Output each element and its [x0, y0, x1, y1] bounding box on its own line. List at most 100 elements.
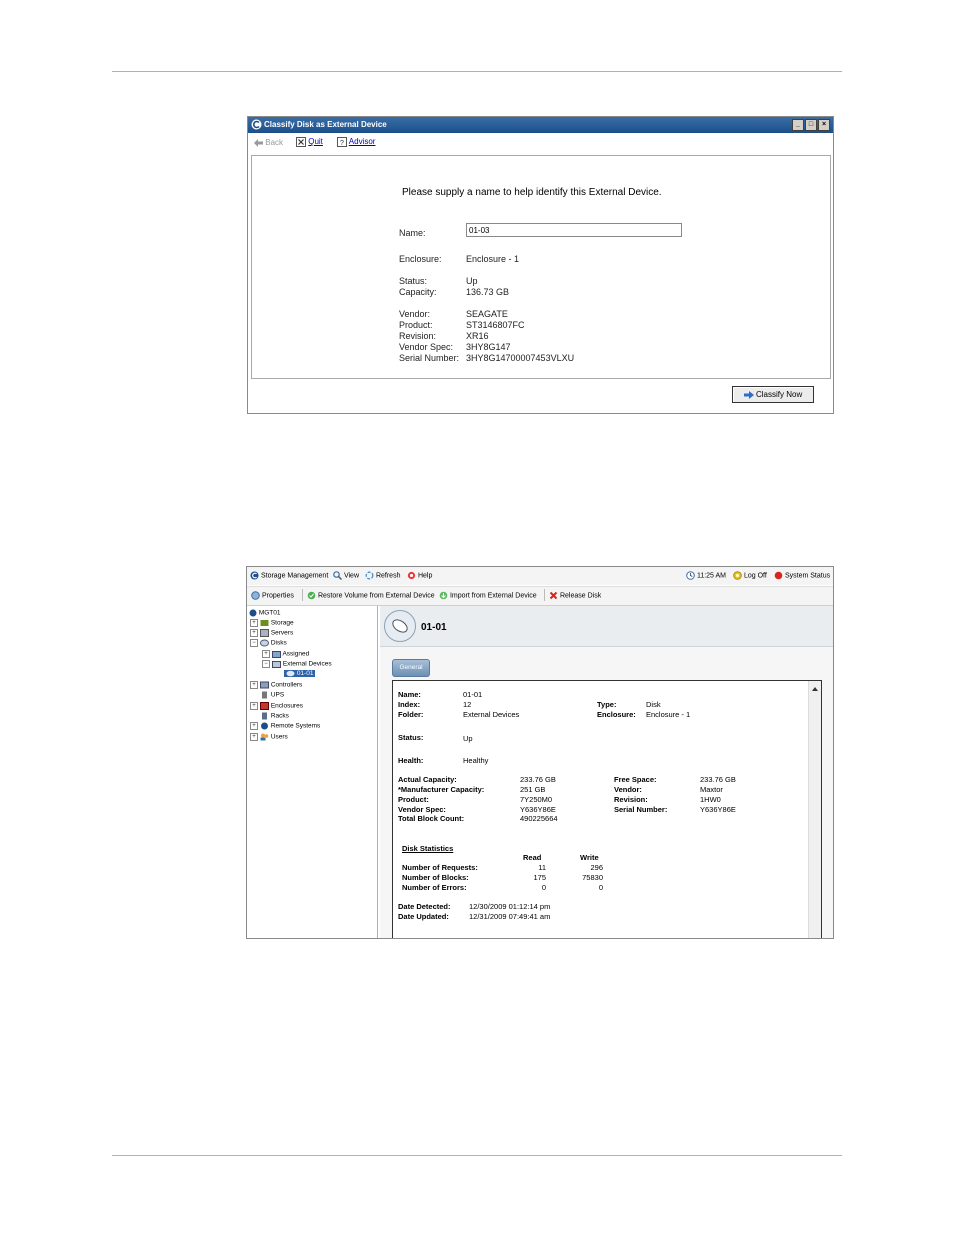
vendor-value: Maxtor	[700, 785, 723, 794]
health-label: Health:	[398, 756, 424, 765]
storage-manager-window: Storage Management View Refresh Help 11:…	[246, 566, 834, 939]
enclosure-label: Enclosure:	[597, 710, 636, 719]
product-label: Product:	[398, 795, 429, 804]
quit-icon	[296, 137, 306, 147]
expand-icon[interactable]: +	[250, 702, 258, 710]
arrow-right-icon	[743, 390, 754, 399]
classify-now-button[interactable]: Classify Now	[732, 386, 814, 403]
storage-management-menu[interactable]: Storage Management	[250, 571, 328, 580]
status-red-icon	[774, 571, 783, 580]
free-space-label: Free Space:	[614, 775, 657, 784]
revision-label: Revision:	[399, 331, 437, 341]
advisor-button[interactable]: ? Advisor	[337, 137, 375, 147]
tree-item-ups[interactable]: UPS	[260, 691, 284, 699]
tree-item-users[interactable]: + Users	[250, 733, 288, 741]
dialog-toolbar: Back Quit ? Advisor	[248, 134, 833, 152]
date-detected-value: 12/30/2009 01:12:14 pm	[469, 902, 551, 911]
vendor-label: Vendor:	[614, 785, 642, 794]
vertical-scrollbar[interactable]	[808, 681, 821, 938]
properties-icon	[251, 591, 260, 600]
restore-volume-button[interactable]: Restore Volume from External Device	[307, 591, 435, 600]
back-button[interactable]: Back	[254, 138, 283, 147]
tree-item-controllers[interactable]: + Controllers	[250, 681, 302, 689]
tree-item-enclosures[interactable]: + Enclosures	[250, 702, 303, 710]
racks-icon	[262, 712, 267, 720]
expand-icon[interactable]: +	[250, 629, 258, 637]
name-label: Name:	[398, 690, 421, 699]
stats-row-label: Number of Errors:	[402, 883, 467, 892]
actual-capacity-label: Actual Capacity:	[398, 775, 457, 784]
tree-item-storage[interactable]: + Storage	[250, 619, 294, 627]
maximize-button[interactable]: □	[805, 119, 817, 131]
clock-icon	[686, 571, 695, 580]
collapse-icon[interactable]: −	[262, 660, 270, 668]
enclosure-label: Enclosure:	[399, 254, 442, 264]
log-off-button[interactable]: Log Off	[733, 571, 767, 580]
app-logo-icon	[250, 571, 259, 580]
restore-icon	[307, 591, 316, 600]
tree-item-selected-disk[interactable]: 01-01	[284, 670, 316, 678]
quit-button[interactable]: Quit	[296, 137, 323, 147]
expand-icon[interactable]: +	[250, 619, 258, 627]
magnifier-icon	[333, 571, 342, 580]
folder-open-icon	[272, 661, 281, 668]
disk-large-icon	[383, 609, 417, 648]
vendor-spec-label: Vendor Spec:	[398, 805, 446, 814]
expand-icon[interactable]: +	[250, 681, 258, 689]
stats-row-write: 296	[590, 863, 603, 872]
revision-label: Revision:	[614, 795, 648, 804]
disk-statistics-title: Disk Statistics	[402, 844, 454, 853]
actual-capacity-value: 233.76 GB	[520, 775, 556, 784]
system-status-button[interactable]: System Status	[774, 571, 830, 580]
refresh-menu[interactable]: Refresh	[365, 571, 400, 580]
minimize-button[interactable]: _	[792, 119, 804, 131]
expand-icon[interactable]: +	[250, 722, 258, 730]
help-icon: ?	[337, 137, 347, 147]
view-menu[interactable]: View	[333, 571, 359, 580]
stats-row-read: 11	[538, 863, 546, 872]
collapse-icon[interactable]: −	[250, 639, 258, 647]
name-value: 01-01	[463, 690, 483, 699]
serial-number-value: 3HY8G14700007453VLXU	[466, 353, 575, 363]
capacity-value: 136.73 GB	[466, 287, 510, 297]
date-updated-label: Date Updated:	[398, 912, 449, 921]
tree-item-external-devices[interactable]: − External Devices	[262, 660, 332, 668]
tree-item-racks[interactable]: Racks	[260, 712, 289, 720]
date-detected-label: Date Detected:	[398, 902, 451, 911]
tree-item-disks[interactable]: − Disks	[250, 639, 287, 647]
name-input[interactable]: 01-03	[466, 223, 682, 237]
refresh-icon	[365, 571, 374, 580]
tree-root[interactable]: MGT01	[249, 609, 280, 617]
scroll-up-icon[interactable]	[809, 684, 821, 694]
help-menu[interactable]: Help	[407, 571, 432, 580]
expand-icon[interactable]: +	[262, 650, 270, 658]
status-label: Status:	[399, 276, 428, 286]
stats-row-read: 0	[541, 883, 546, 892]
disk-icon	[286, 670, 295, 677]
type-label: Type:	[597, 700, 617, 709]
total-block-count-label: Total Block Count:	[398, 814, 465, 823]
disks-icon	[260, 639, 269, 647]
import-button[interactable]: Import from External Device	[439, 591, 537, 600]
classify-dialog: Classify Disk as External Device _ □ × Bac…	[247, 116, 834, 414]
tree-item-assigned[interactable]: + Assigned	[262, 650, 309, 658]
close-button[interactable]: ×	[818, 119, 830, 131]
svg-text:?: ?	[340, 140, 344, 147]
revision-value: XR16	[466, 331, 489, 341]
clock-display: 11:25 AM	[686, 571, 726, 580]
serial-number-value: Y636Y86E	[700, 805, 736, 814]
tab-general[interactable]: General	[392, 659, 430, 677]
toolbar-separator	[544, 589, 545, 601]
stats-write-header: Write	[580, 853, 599, 862]
tree-item-servers[interactable]: + Servers	[250, 629, 293, 637]
stats-row-write: 0	[598, 883, 603, 892]
tree-item-remote-systems[interactable]: + Remote Systems	[250, 722, 320, 730]
properties-button[interactable]: Properties	[251, 591, 294, 600]
enclosure-value: Enclosure - 1	[466, 254, 520, 264]
release-disk-button[interactable]: Release Disk	[549, 591, 601, 600]
product-label: Product:	[399, 320, 433, 330]
dialog-title: Classify Disk as External Device	[264, 120, 387, 129]
stats-read-header: Read	[523, 853, 542, 862]
expand-icon[interactable]: +	[250, 733, 258, 741]
product-value: 7Y250M0	[520, 795, 553, 804]
